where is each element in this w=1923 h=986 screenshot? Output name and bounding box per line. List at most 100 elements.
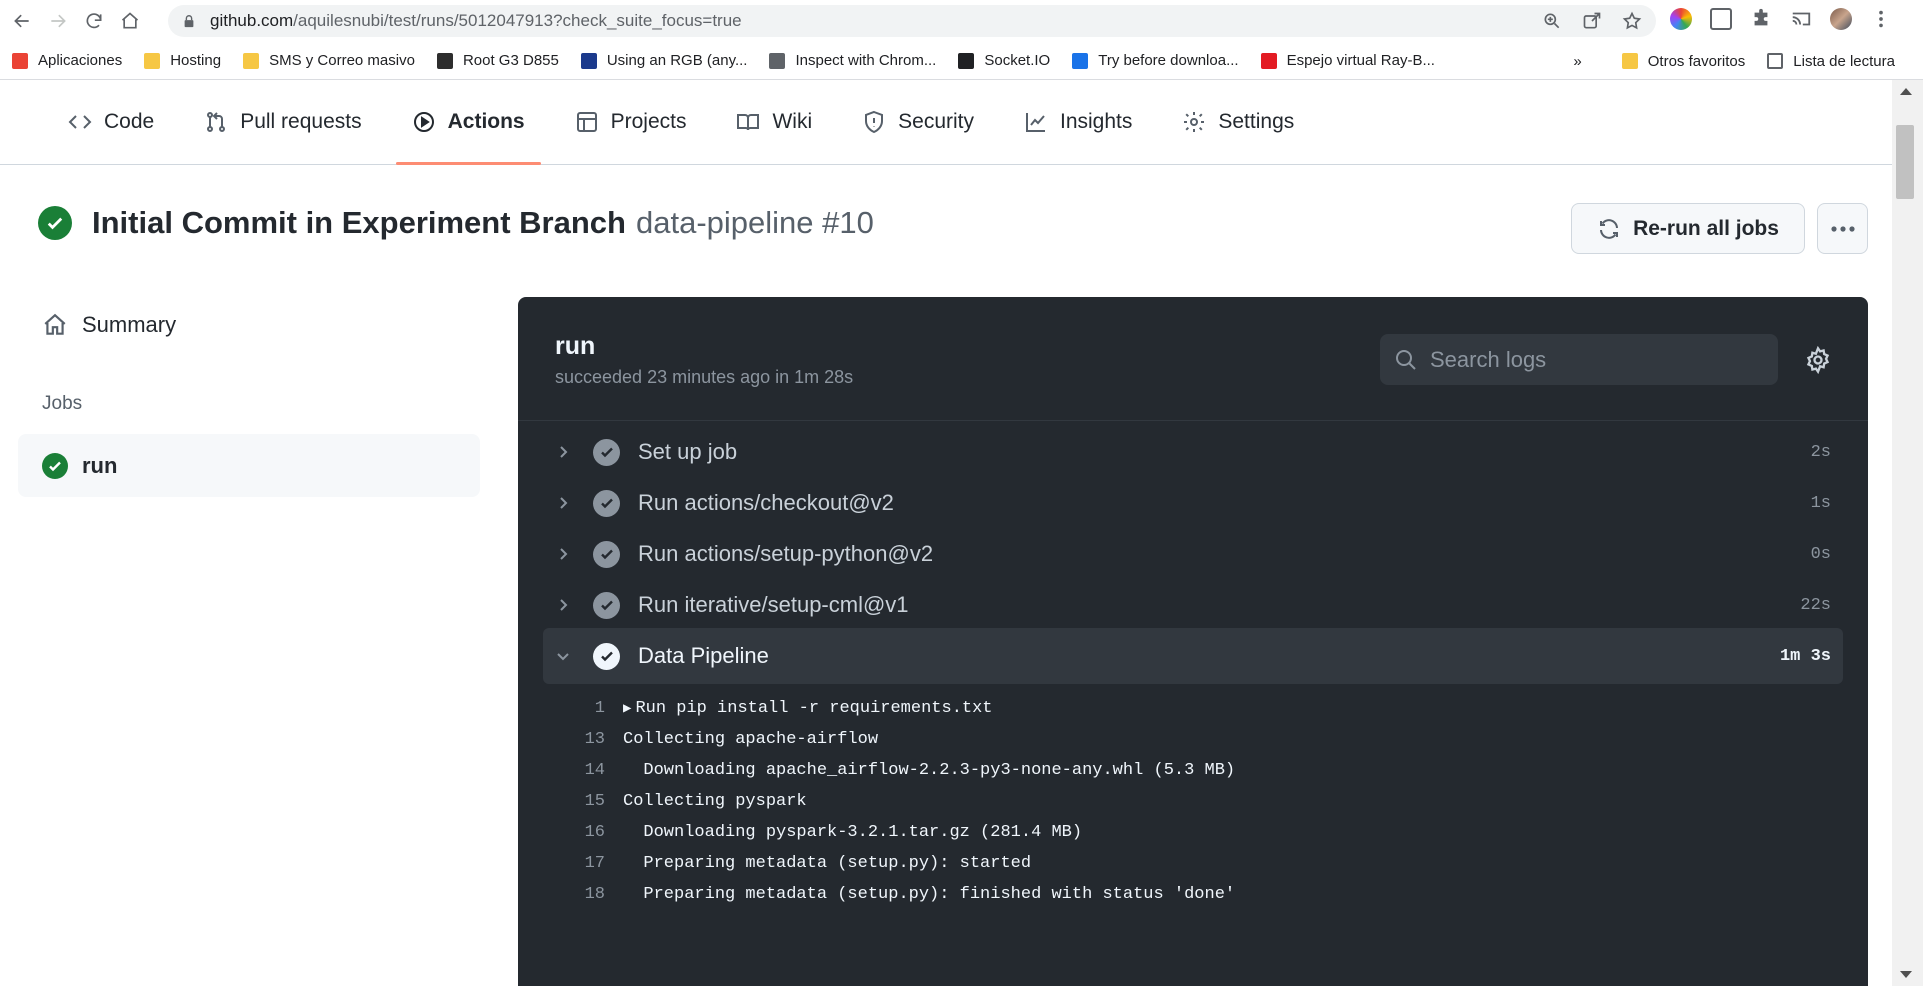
step-row[interactable]: Run actions/setup-python@v2 0s — [543, 526, 1843, 582]
chevron-down-icon[interactable] — [543, 646, 583, 666]
log-line: 14 Downloading apache_airflow-2.2.3-py3-… — [543, 755, 1843, 786]
sidebar-item-summary[interactable]: Summary — [42, 312, 176, 338]
url-text: github.com/aquilesnubi/test/runs/5012047… — [210, 11, 742, 31]
arrow-left-icon — [14, 14, 29, 28]
search-logs-field[interactable] — [1380, 334, 1778, 385]
log-line: 17 Preparing metadata (setup.py): starte… — [543, 848, 1843, 879]
bookmark-item[interactable]: Using an RGB (any... — [580, 52, 747, 69]
tab-pull-requests[interactable]: Pull requests — [188, 79, 377, 164]
bookmark-item[interactable]: Socket.IO — [958, 52, 1050, 69]
tab-code[interactable]: Code — [52, 79, 170, 164]
bookmark-icon — [144, 52, 161, 69]
step-duration: 1s — [1810, 493, 1831, 513]
arrow-right-icon — [51, 14, 66, 28]
bookmark-item[interactable]: Hosting — [144, 52, 221, 69]
tab-wiki[interactable]: Wiki — [720, 79, 828, 164]
chevron-right-icon[interactable] — [543, 493, 583, 513]
other-bookmarks-folder[interactable]: Otros favoritos — [1621, 53, 1745, 70]
address-bar[interactable]: github.com/aquilesnubi/test/runs/5012047… — [168, 5, 1656, 37]
tab-security[interactable]: Security — [846, 79, 990, 164]
bookmark-icon — [1072, 52, 1089, 69]
more-options-button[interactable] — [1817, 203, 1868, 254]
log-settings-gear-icon[interactable] — [1804, 346, 1832, 374]
workflow-name[interactable]: data-pipeline #10 — [636, 205, 874, 241]
step-success-icon — [593, 540, 620, 568]
star-icon[interactable] — [1622, 11, 1642, 31]
success-status-icon — [42, 452, 68, 479]
folder-icon — [1621, 53, 1638, 69]
reading-list[interactable]: Lista de lectura — [1767, 53, 1895, 70]
step-success-icon — [593, 438, 620, 466]
bookmark-item[interactable]: Espejo virtual Ray-B... — [1260, 52, 1435, 69]
home-icon — [121, 12, 139, 29]
step-name: Set up job — [638, 439, 738, 464]
step-name: Run actions/setup-python@v2 — [638, 541, 934, 566]
scroll-up-arrow[interactable] — [1900, 88, 1912, 95]
search-logs-input[interactable] — [1430, 346, 1750, 373]
repo-navigation: Code Pull requests Actions Projects Wiki… — [0, 80, 1892, 165]
cast-icon[interactable] — [1790, 8, 1812, 30]
log-line: 18 Preparing metadata (setup.py): finish… — [543, 879, 1843, 910]
kebab-menu-icon[interactable] — [1870, 8, 1892, 30]
line-number[interactable]: 14 — [543, 761, 623, 780]
bookmark-label: Aplicaciones — [38, 52, 123, 69]
step-row[interactable]: Data Pipeline 1m 3s — [543, 628, 1843, 684]
bookmark-icon — [769, 52, 786, 69]
bookmark-item[interactable]: Try before downloa... — [1072, 52, 1239, 69]
chevron-right-icon[interactable] — [543, 544, 583, 564]
scrollbar-thumb[interactable] — [1896, 125, 1914, 199]
run-header: Initial Commit in Experiment Branch data… — [38, 205, 874, 241]
bookmark-label: Lista de lectura — [1793, 52, 1895, 70]
puzzle-icon[interactable] — [1750, 8, 1772, 30]
bookmark-label: Espejo virtual Ray-B... — [1286, 52, 1435, 69]
line-number[interactable]: 1 — [543, 699, 623, 718]
forward-button[interactable] — [40, 3, 76, 39]
page-scrollbar[interactable] — [1892, 80, 1923, 986]
line-number[interactable]: 16 — [543, 823, 623, 842]
step-row[interactable]: Run iterative/setup-cml@v1 22s — [543, 577, 1843, 633]
rerun-all-jobs-button[interactable]: Re-run all jobs — [1571, 203, 1805, 254]
extensions-area — [1670, 8, 1892, 30]
back-button[interactable] — [4, 3, 40, 39]
chevron-right-icon[interactable] — [543, 595, 583, 615]
share-icon[interactable] — [1582, 11, 1602, 31]
log-line: 13 Collecting apache-airflow — [543, 724, 1843, 755]
bookmark-icon — [958, 52, 975, 69]
tab-projects[interactable]: Projects — [559, 79, 703, 164]
zoom-icon[interactable] — [1542, 11, 1562, 31]
line-number[interactable]: 13 — [543, 730, 623, 749]
job-meta: succeeded 23 minutes ago in 1m 28s — [555, 367, 854, 387]
step-duration: 2s — [1810, 442, 1831, 462]
tab-actions[interactable]: Actions — [395, 79, 541, 165]
gear-icon — [1184, 111, 1205, 132]
chevron-right-icon[interactable] — [543, 442, 583, 462]
line-number[interactable]: 15 — [543, 792, 623, 811]
sidebar-item-job-run[interactable]: run — [18, 434, 480, 497]
log-line-text: Preparing metadata (setup.py): finished … — [623, 885, 1236, 904]
line-number[interactable]: 17 — [543, 854, 623, 873]
bookmark-icon — [12, 52, 28, 69]
table-icon — [576, 111, 597, 132]
bookmarks-overflow-chevron[interactable]: » — [1573, 53, 1581, 70]
bookmark-item[interactable]: Inspect with Chrom... — [769, 52, 936, 69]
profile-avatar[interactable] — [1830, 8, 1852, 30]
rerun-label: Re-run all jobs — [1633, 216, 1779, 240]
scroll-down-arrow[interactable] — [1900, 971, 1912, 978]
home-button[interactable] — [112, 3, 148, 39]
bookmark-item[interactable]: Aplicaciones — [12, 52, 122, 69]
reload-button[interactable] — [76, 3, 112, 39]
step-row[interactable]: Run actions/checkout@v2 1s — [543, 475, 1843, 531]
collapse-triangle-icon[interactable]: ▶ — [623, 700, 631, 717]
tab-settings[interactable]: Settings — [1166, 79, 1310, 164]
line-number[interactable]: 18 — [543, 885, 623, 904]
url-host: github.com — [210, 11, 294, 30]
sidebar-item-label: run — [82, 452, 118, 478]
step-row[interactable]: Set up job 2s — [543, 424, 1843, 480]
bookmark-item[interactable]: Root G3 D855 — [436, 52, 559, 69]
step-duration: 0s — [1810, 544, 1831, 564]
bookmark-item[interactable]: SMS y Correo masivo — [243, 52, 415, 69]
extension-cast-icon[interactable] — [1710, 8, 1732, 30]
tab-insights[interactable]: Insights — [1008, 79, 1148, 164]
bookmark-icon — [580, 52, 597, 69]
extension-colorful-icon[interactable] — [1670, 8, 1692, 30]
